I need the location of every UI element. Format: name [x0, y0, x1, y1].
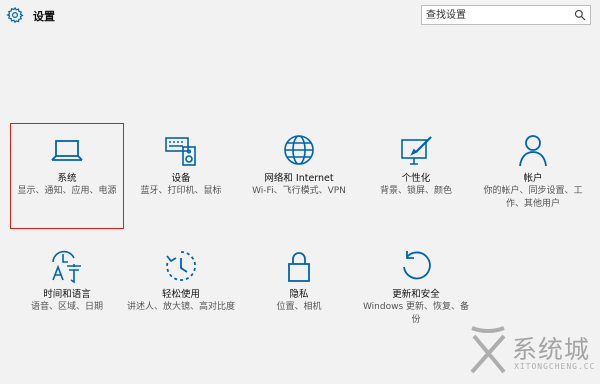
- tile-description: 你的帐户、同步设置、工作、其他用户: [483, 186, 583, 209]
- watermark: 系统城 XITONGCHENG.CC: [450, 314, 600, 384]
- tile-description: 语音、区域、日期: [30, 302, 103, 312]
- tile-label: 隐私: [289, 289, 309, 300]
- tile-description: 显示、通知、应用、电源: [17, 186, 117, 196]
- tile-label: 设备: [171, 173, 191, 184]
- watermark-text: 系统城: [512, 335, 591, 364]
- tile-label: 帐户: [523, 173, 543, 184]
- tile-personalization[interactable]: 个性化 背景、锁屏、颜色: [360, 124, 472, 228]
- tile-devices[interactable]: 设备 蓝牙、打印机、鼠标: [125, 124, 237, 228]
- tile-label: 时间和语言: [43, 289, 91, 300]
- search-icon[interactable]: [574, 9, 586, 21]
- header-bar: 设置: [0, 0, 600, 34]
- person-icon: [519, 135, 547, 167]
- tile-ease-of-access[interactable]: 轻松使用 讲述人、放大镜、高对比度: [125, 240, 237, 344]
- tile-privacy[interactable]: 隐私 位置、相机: [243, 240, 355, 344]
- tile-network[interactable]: 网络和 Internet Wi-Fi、飞行模式、VPN: [243, 124, 355, 228]
- tile-system[interactable]: 系统 显示、通知、应用、电源: [10, 123, 124, 229]
- tile-label: 更新和安全: [392, 289, 440, 300]
- lock-icon: [288, 252, 310, 282]
- search-input[interactable]: [426, 8, 566, 22]
- time-language-icon: [52, 250, 81, 284]
- personalization-icon: [401, 136, 432, 165]
- tile-time-language[interactable]: 时间和语言 语音、区域、日期: [11, 240, 123, 344]
- tile-label: 轻松使用: [161, 289, 200, 300]
- watermark-logo-icon: [470, 326, 506, 374]
- tile-label: 个性化: [401, 173, 431, 184]
- tile-accounts[interactable]: 帐户 你的帐户、同步设置、工作、其他用户: [477, 124, 589, 228]
- ease-of-access-icon: [166, 251, 196, 281]
- tile-label: 网络和 Internet: [264, 173, 334, 184]
- tile-description: 蓝牙、打印机、鼠标: [140, 186, 222, 196]
- tile-description: 讲述人、放大镜、高对比度: [127, 302, 236, 312]
- tile-description: 背景、锁屏、颜色: [379, 186, 452, 196]
- tile-description: 位置、相机: [276, 302, 322, 312]
- refresh-icon: [403, 251, 431, 280]
- laptop-icon: [51, 140, 83, 161]
- tile-label: 系统: [57, 173, 77, 184]
- search-box[interactable]: [421, 5, 591, 25]
- tile-description: Wi-Fi、飞行模式、VPN: [252, 186, 346, 196]
- page-title: 设置: [33, 10, 55, 23]
- globe-icon: [284, 135, 314, 165]
- watermark-subtext: XITONGCHENG.CC: [514, 362, 596, 371]
- devices-icon: [165, 137, 196, 166]
- gear-icon: [6, 6, 24, 24]
